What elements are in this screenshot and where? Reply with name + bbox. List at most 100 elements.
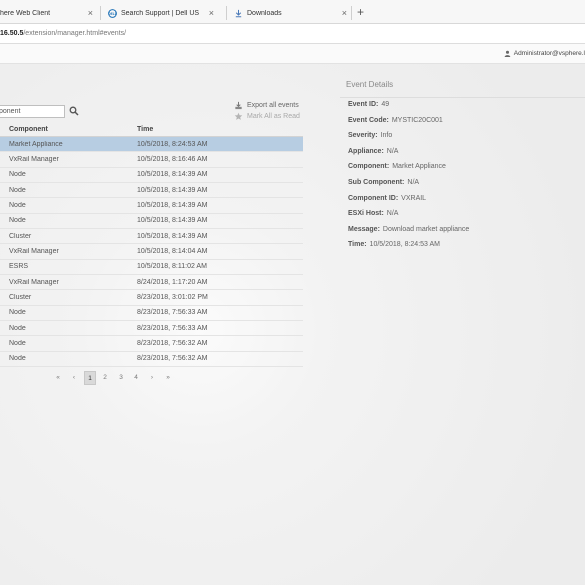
table-row[interactable]: Cluster 10/5/2018, 8:14:39 AM [0,229,303,245]
tab-separator [226,6,227,20]
event-details-title: Event Details [346,80,394,89]
address-bar[interactable]: 16.50.5 /extension/manager.html#events/ [0,24,585,44]
table-row[interactable]: Node 10/5/2018, 8:14:39 AM [0,183,303,199]
table-row[interactable]: VxRail Manager 10/5/2018, 8:14:04 AM [0,244,303,260]
detail-field: Time: 10/5/2018, 8:24:53 AM [348,241,440,248]
tab-vsphere-web-client[interactable]: here Web Client × [0,3,98,24]
cell-component: Node [9,309,26,317]
cell-time: 10/5/2018, 8:24:53 AM [137,140,208,148]
detail-value: N/A [407,179,420,186]
detail-label: Appliance: [348,147,384,155]
export-icon [235,101,242,110]
detail-field: Component: Market Appliance [348,163,446,170]
detail-value: Info [380,132,393,140]
tab-downloads[interactable]: Downloads × [228,3,352,24]
table-row[interactable]: VxRail Manager 10/5/2018, 8:16:46 AM [0,152,303,168]
cell-time: 10/5/2018, 8:14:39 AM [137,217,208,225]
table-row[interactable]: Cluster 8/23/2018, 3:01:02 PM [0,290,303,306]
tab-separator [351,6,352,20]
page-1-button[interactable]: 1 [84,371,96,385]
cell-time: 8/23/2018, 7:56:33 AM [137,324,208,332]
page-3-button[interactable]: 3 [115,371,127,385]
url-host: 16.50.5 [0,30,24,37]
first-page-button[interactable]: « [52,371,64,385]
svg-text:DELL: DELL [108,12,116,16]
cell-time: 8/23/2018, 3:01:02 PM [137,293,208,301]
cell-component: Node [9,186,26,194]
close-tab-icon[interactable]: × [88,8,93,18]
detail-label: Component ID: [348,194,399,202]
pagination: « ‹ 1 2 3 4 › » [0,371,303,385]
table-row[interactable]: Node 8/23/2018, 7:56:32 AM [0,336,303,352]
cell-time: 10/5/2018, 8:11:02 AM [137,263,207,271]
table-body: Market Appliance 10/5/2018, 8:24:53 AM VxR… [0,137,303,367]
user-icon [504,50,511,57]
dell-logo-icon: DELL [108,9,117,18]
table-row[interactable]: VxRail Manager 8/24/2018, 1:17:20 AM [0,275,303,291]
cell-component: VxRail Manager [9,155,59,163]
detail-field: Appliance: N/A [348,148,398,155]
cell-time: 10/5/2018, 8:14:39 AM [137,201,208,209]
close-tab-icon[interactable]: × [342,8,347,18]
last-page-button[interactable]: » [162,371,174,385]
user-menu[interactable]: Administrator@vsphere.l [504,50,585,57]
download-icon [235,9,242,18]
table-row[interactable]: Node 8/23/2018, 7:56:33 AM [0,306,303,321]
table-row[interactable]: Market Appliance 10/5/2018, 8:24:53 AM [0,137,303,153]
column-header-time[interactable]: Time [137,126,303,133]
detail-field: Event Code: MYSTIC20C001 [348,117,443,124]
detail-value: Download market appliance [382,225,470,233]
table-row[interactable]: ESRS 10/5/2018, 8:11:02 AM [0,260,303,275]
events-table: Component Time Market Appliance 10/5/2018… [0,122,303,367]
table-row[interactable]: Node 8/23/2018, 7:56:32 AM [0,352,303,367]
new-tab-button[interactable]: + [357,5,364,19]
detail-label: Time: [348,241,367,249]
cell-component: Node [9,324,26,332]
user-name: Administrator@vsphere.l [513,50,585,57]
detail-label: Component: [348,163,390,171]
cell-time: 8/23/2018, 7:56:32 AM [137,339,208,347]
close-tab-icon[interactable]: × [209,8,214,18]
cell-time: 10/5/2018, 8:14:39 AM [137,186,208,194]
tab-dell-support[interactable]: DELL Search Support | Dell US × [102,3,222,24]
details-divider [340,97,585,98]
detail-value: 10/5/2018, 8:24:53 AM [369,241,440,249]
detail-field: Severity: Info [348,132,392,139]
cell-component: ESRS [9,263,29,271]
cell-component: VxRail Manager [9,278,59,286]
page-2-button[interactable]: 2 [99,371,111,385]
detail-field: ESXi Host: N/A [348,210,398,217]
search-icon[interactable] [69,106,79,116]
export-label: Export all events [247,102,299,109]
export-all-events-button[interactable]: Export all events [234,101,299,110]
component-filter-input[interactable] [0,105,65,118]
prev-page-button[interactable]: ‹ [68,371,80,385]
table-row[interactable]: Node 10/5/2018, 8:14:39 AM [0,168,303,183]
column-header-component[interactable]: Component [0,126,137,133]
app-header: Administrator@vsphere.l [0,44,585,64]
cell-component: Node [9,171,26,179]
cell-component: Node [9,217,26,225]
detail-label: Sub Component: [348,179,405,186]
cell-time: 10/5/2018, 8:14:04 AM [137,247,208,255]
star-icon [234,112,243,120]
detail-value: Market Appliance [392,163,446,171]
tab-separator [100,6,101,20]
cell-component: Cluster [9,293,32,301]
table-row[interactable]: Node 10/5/2018, 8:14:39 AM [0,198,303,214]
cell-component: Market Appliance [9,140,63,148]
cell-time: 10/5/2018, 8:16:46 AM [137,155,208,163]
cell-time: 8/24/2018, 1:17:20 AM [137,278,208,286]
detail-label: Event ID: [348,101,379,108]
table-row[interactable]: Node 8/23/2018, 7:56:33 AM [0,321,303,337]
table-row[interactable]: Node 10/5/2018, 8:14:39 AM [0,214,303,229]
url-path: /extension/manager.html#events/ [23,30,127,37]
detail-label: Message: [348,225,380,233]
page-4-button[interactable]: 4 [130,371,142,385]
next-page-button[interactable]: › [146,371,158,385]
mark-all-read-button[interactable]: Mark All as Read [234,112,300,121]
detail-field: Component ID: VXRAIL [348,195,426,202]
detail-value: VXRAIL [401,194,427,202]
detail-label: Event Code: [348,116,389,124]
table-header: Component Time [0,122,303,137]
